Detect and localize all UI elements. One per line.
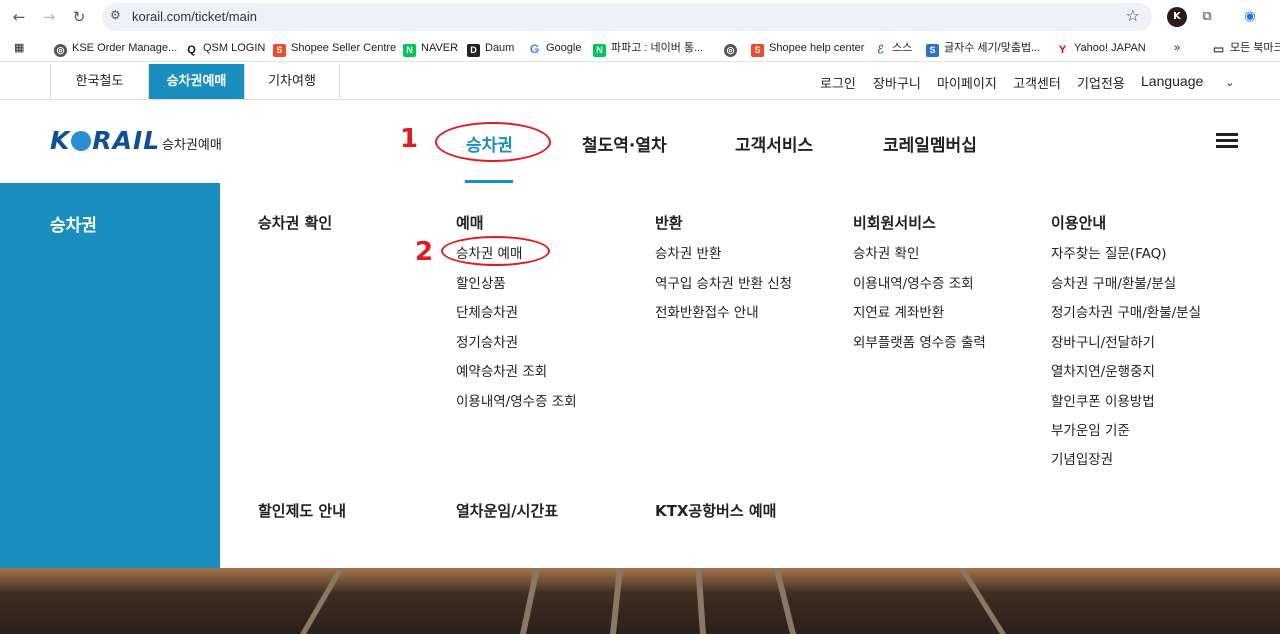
globe-icon: ◎ xyxy=(724,44,737,57)
mega-menu: 승차권 확인 예매 2 승차권 예매 할인상품 단체승차권 정기승차권 예약승차… xyxy=(220,183,1280,568)
nav-customer-service[interactable]: 고객서비스 xyxy=(735,131,813,156)
profile-icon[interactable]: ◉ xyxy=(1240,7,1260,27)
menu-item[interactable]: 이용내역/영수증 조회 xyxy=(853,272,974,292)
menu-hamburger-icon[interactable] xyxy=(1216,133,1238,149)
menu-head-usage-guide[interactable]: 이용안내 xyxy=(1051,212,1106,233)
menu-item[interactable]: 예약승차권 조회 xyxy=(456,360,547,380)
bookmark-item[interactable]: G Google xyxy=(528,40,581,56)
menu-item[interactable]: 승차권 확인 xyxy=(853,242,919,262)
menu-head-ticket-check[interactable]: 승차권 확인 xyxy=(258,212,332,233)
browser-toolbar: ← → ↻ ⚙ korail.com/ticket/main ☆ K ⧉ ◉ xyxy=(0,0,1280,34)
logo-subtitle: 승차권예매 xyxy=(162,138,222,153)
menu-item[interactable]: 장바구니/전달하기 xyxy=(1051,331,1155,351)
menu-item[interactable]: 단체승차권 xyxy=(456,301,518,321)
menu-item[interactable]: 기념입장권 xyxy=(1051,448,1113,468)
login-link[interactable]: 로그인 xyxy=(820,73,856,92)
mega-menu-title: 승차권 xyxy=(50,216,97,236)
edge-icon: ℰ xyxy=(874,44,887,57)
bookmark-item[interactable]: S Shopee help center xyxy=(751,40,864,57)
menu-item[interactable]: 정기승차권 xyxy=(456,331,518,351)
menu-item[interactable]: 승차권 반환 xyxy=(655,242,721,262)
tab-ticket-booking[interactable]: 승차권예매 xyxy=(148,64,244,99)
menu-item[interactable]: 부가운임 기준 xyxy=(1051,419,1130,439)
annotation-number-1: 1 xyxy=(400,124,419,154)
menu-item[interactable]: 할인상품 xyxy=(456,272,506,292)
address-bar[interactable]: ⚙ korail.com/ticket/main ☆ xyxy=(102,3,1152,31)
reload-icon[interactable]: ↻ xyxy=(68,6,90,28)
bookmark-item[interactable]: S Shopee Seller Centre xyxy=(273,40,396,57)
chevron-down-icon: ⌄ xyxy=(1225,77,1235,89)
nav-membership[interactable]: 코레일멤버십 xyxy=(883,131,977,156)
bookmark-item[interactable]: D Daum xyxy=(467,40,514,57)
bookmark-item[interactable]: ◎ KSE Order Manage... xyxy=(54,40,177,57)
language-select[interactable]: Language ⌄ xyxy=(1141,73,1235,89)
bookmark-item[interactable]: ℰ 스스 xyxy=(874,40,912,57)
url-text: korail.com/ticket/main xyxy=(132,9,257,24)
extension-k-icon[interactable]: K xyxy=(1167,7,1187,27)
naver-icon: N xyxy=(403,44,416,57)
menu-head-fare-timetable[interactable]: 열차운임/시간표 xyxy=(456,500,558,521)
logo-circle-icon xyxy=(71,131,92,151)
site-header: K RAIL 승차권예매 1 승차권 철도역·열차 고객서비스 코레일멤버십 xyxy=(0,100,1280,183)
google-icon: G xyxy=(528,42,541,56)
menu-item[interactable]: 승차권 구매/환불/분실 xyxy=(1051,272,1176,292)
bookmark-item[interactable]: ▭ 모든 북마크 xyxy=(1212,40,1280,56)
mega-menu-side: 승차권 xyxy=(0,183,220,568)
menu-item[interactable]: 지연료 계좌반환 xyxy=(853,301,944,321)
apps-grid-icon[interactable]: ▦ xyxy=(14,40,24,56)
bookmark-star-icon[interactable]: ☆ xyxy=(1126,6,1140,25)
cart-link[interactable]: 장바구니 xyxy=(873,73,921,92)
menu-head-ktx-airport-bus[interactable]: KTX공항버스 예매 xyxy=(655,500,776,521)
bookmark-item[interactable]: Y Yahoo! JAPAN xyxy=(1056,40,1146,57)
station-background-image xyxy=(0,568,1280,634)
menu-item[interactable]: 전화반환접수 안내 xyxy=(655,301,759,321)
nav-station-train[interactable]: 철도역·열차 xyxy=(582,131,667,156)
daum-icon: D xyxy=(467,44,480,57)
menu-item[interactable]: 열차지연/운행중지 xyxy=(1051,360,1155,380)
menu-head-guest-service[interactable]: 비회원서비스 xyxy=(853,212,936,233)
tab-korail[interactable]: 한국철도 xyxy=(50,64,148,99)
forward-icon[interactable]: → xyxy=(38,6,60,28)
yahoo-icon: Y xyxy=(1056,44,1069,57)
menu-head-discount-guide[interactable]: 할인제도 안내 xyxy=(258,500,346,521)
menu-item[interactable]: 역구입 승차권 반환 신청 xyxy=(655,272,792,292)
bookmark-item[interactable]: S 글자수 세기/맞춤법... xyxy=(926,40,1040,57)
customer-center-link[interactable]: 고객센터 xyxy=(1013,73,1061,92)
menu-item[interactable]: 할인쿠폰 이용방법 xyxy=(1051,390,1155,410)
menu-item[interactable]: 이용내역/영수증 조회 xyxy=(456,390,577,410)
utility-bar: 한국철도 승차권예매 기차여행 로그인 장바구니 마이페이지 고객센터 기업전용… xyxy=(0,63,1280,100)
bookmark-item[interactable]: N NAVER xyxy=(403,40,458,57)
menu-item[interactable]: 외부플랫폼 영수증 출력 xyxy=(853,331,986,351)
globe-icon: ◎ xyxy=(54,44,67,57)
bookmark-item[interactable]: N 파파고 : 네이버 통... xyxy=(593,40,703,57)
shopee-icon: S xyxy=(273,44,286,57)
menu-head-refund[interactable]: 반환 xyxy=(655,212,683,233)
back-icon[interactable]: ← xyxy=(8,6,30,28)
nav-ticket[interactable]: 승차권 xyxy=(466,131,513,156)
naver-icon: N xyxy=(593,44,606,57)
shopee-icon: S xyxy=(751,44,764,57)
folder-icon: ▭ xyxy=(1212,42,1225,56)
more-bookmarks-icon[interactable]: » xyxy=(1174,40,1180,56)
s-icon: S xyxy=(926,44,939,57)
site-info-icon[interactable]: ⚙ xyxy=(110,8,121,22)
bookmark-item[interactable]: ◎ xyxy=(724,40,742,57)
tab-train-travel[interactable]: 기차여행 xyxy=(244,64,340,99)
menu-item[interactable]: 자주찾는 질문(FAQ) xyxy=(1051,242,1167,262)
annotation-number-2: 2 xyxy=(415,237,434,267)
menu-item-ticket-booking[interactable]: 승차권 예매 xyxy=(456,242,522,262)
bookmarks-bar: ▦ ◎ KSE Order Manage... Q QSM LOGIN S Shope… xyxy=(0,34,1280,62)
menu-item[interactable]: 정기승차권 구매/환불/분실 xyxy=(1051,301,1201,321)
korail-logo[interactable]: K RAIL xyxy=(50,126,160,155)
extensions-puzzle-icon[interactable]: ⧉ xyxy=(1197,7,1217,27)
menu-head-booking[interactable]: 예매 xyxy=(456,212,484,233)
q-icon: Q xyxy=(185,44,198,57)
corporate-link[interactable]: 기업전용 xyxy=(1077,73,1125,92)
mypage-link[interactable]: 마이페이지 xyxy=(937,73,997,92)
bookmark-item[interactable]: Q QSM LOGIN xyxy=(185,40,265,57)
